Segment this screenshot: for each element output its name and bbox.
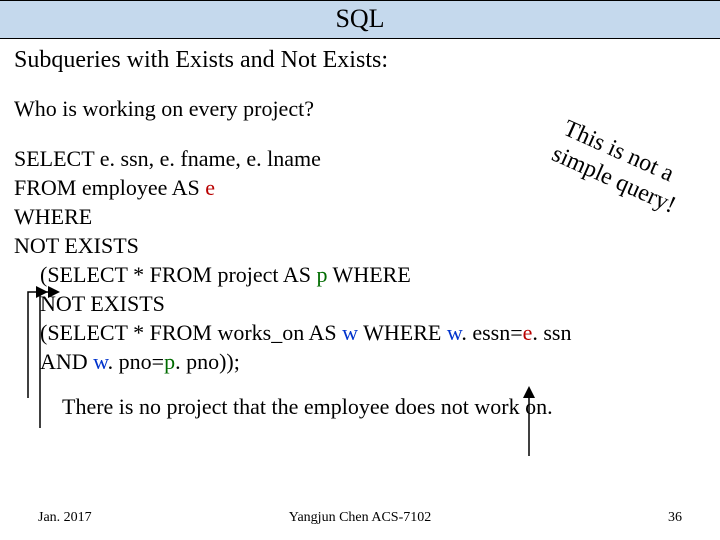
caption-text: There is no project that the employee do… (62, 394, 706, 420)
sql-line: (SELECT * FROM works_on AS w WHERE w. es… (40, 318, 706, 347)
slide-subtitle: Subqueries with Exists and Not Exists: (0, 39, 720, 74)
sql-line: (SELECT * FROM project AS p WHERE (40, 260, 706, 289)
footer-page-number: 36 (668, 510, 682, 526)
footer-date: Jan. 2017 (38, 510, 92, 526)
slide-title: SQL (0, 0, 720, 39)
sql-line: NOT EXISTS (14, 231, 706, 260)
sql-line: NOT EXISTS (40, 289, 706, 318)
slide-content: Who is working on every project? SELECT … (0, 74, 720, 420)
footer-author: Yangjun Chen ACS-7102 (289, 510, 432, 526)
sql-line: WHERE (14, 202, 706, 231)
sql-line: AND w. pno=p. pno)); (40, 347, 706, 376)
footer: Jan. 2017 Yangjun Chen ACS-7102 36 (0, 510, 720, 526)
question-text: Who is working on every project? (14, 96, 706, 122)
